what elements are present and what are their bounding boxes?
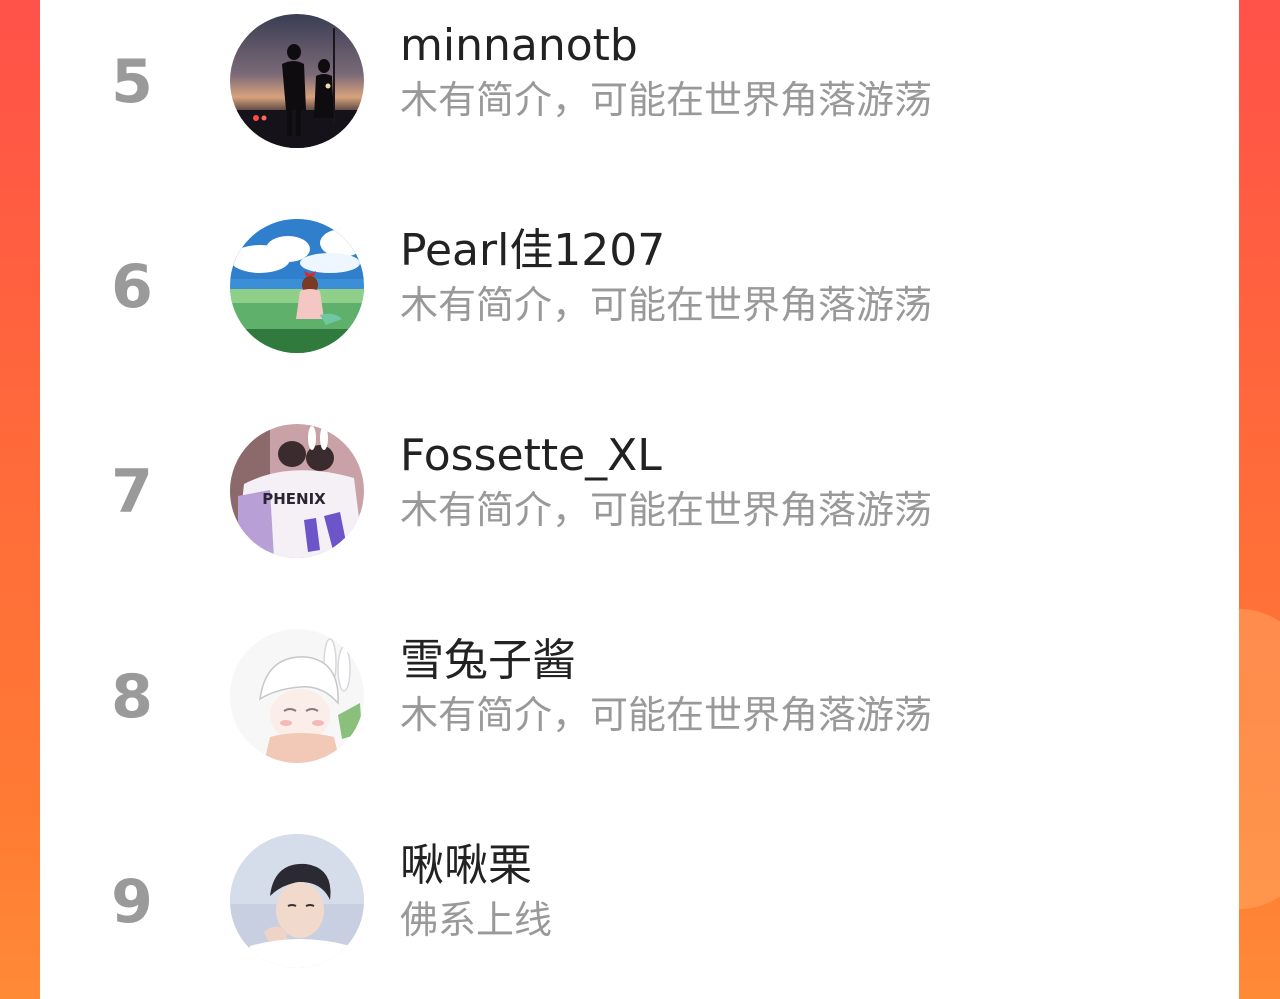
ranking-row-7[interactable]: 7 PHENIX Fossette_XL 木有简介，可能在世界角落游荡 — [40, 410, 1239, 570]
young-man-portrait-avatar-icon — [230, 834, 364, 968]
ranking-row-9[interactable]: 9 啾啾栗 佛系上线 — [40, 820, 1239, 980]
user-name: 雪兔子酱 — [400, 635, 576, 686]
rank-number: 8 — [111, 662, 153, 732]
ranking-list-panel: 5 minnanotb 木有简介，可能在世界角落游荡 6 Pearl佳1207 … — [40, 0, 1239, 999]
jacket-text: PHENIX — [262, 490, 326, 508]
rank-number: 5 — [111, 47, 153, 117]
user-bio: 佛系上线 — [400, 898, 553, 942]
user-name: Fossette_XL — [400, 430, 662, 481]
user-bio: 木有简介，可能在世界角落游荡 — [400, 488, 933, 532]
user-avatar[interactable] — [230, 629, 364, 763]
rank-number: 7 — [111, 457, 153, 527]
rank-number: 6 — [111, 252, 153, 322]
ranking-row-6[interactable]: 6 Pearl佳1207 木有简介，可能在世界角落游荡 — [40, 205, 1239, 365]
page-background: 5 minnanotb 木有简介，可能在世界角落游荡 6 Pearl佳1207 … — [0, 0, 1280, 999]
user-avatar[interactable] — [230, 219, 364, 353]
white-haired-anime-boy-avatar-icon — [230, 629, 364, 763]
user-bio: 木有简介，可能在世界角落游荡 — [400, 693, 933, 737]
user-avatar[interactable] — [230, 14, 364, 148]
ranking-row-5[interactable]: 5 minnanotb 木有简介，可能在世界角落游荡 — [40, 0, 1239, 160]
rank-number: 9 — [111, 867, 153, 937]
user-name: Pearl佳1207 — [400, 225, 666, 276]
user-bio: 木有简介，可能在世界角落游荡 — [400, 283, 933, 327]
user-name: 啾啾栗 — [400, 840, 532, 891]
user-bio: 木有简介，可能在世界角落游荡 — [400, 78, 933, 122]
user-name: minnanotb — [400, 20, 638, 71]
user-avatar[interactable]: PHENIX — [230, 424, 364, 558]
user-avatar[interactable] — [230, 834, 364, 968]
anime-girl-meadow-sky-avatar-icon — [230, 219, 364, 353]
dusk-couple-photo-avatar-icon — [230, 14, 364, 148]
phenix-jacket-couple-avatar-icon: PHENIX — [230, 424, 364, 558]
ranking-row-8[interactable]: 8 雪兔子酱 木有简介，可能在世界角落游荡 — [40, 615, 1239, 775]
